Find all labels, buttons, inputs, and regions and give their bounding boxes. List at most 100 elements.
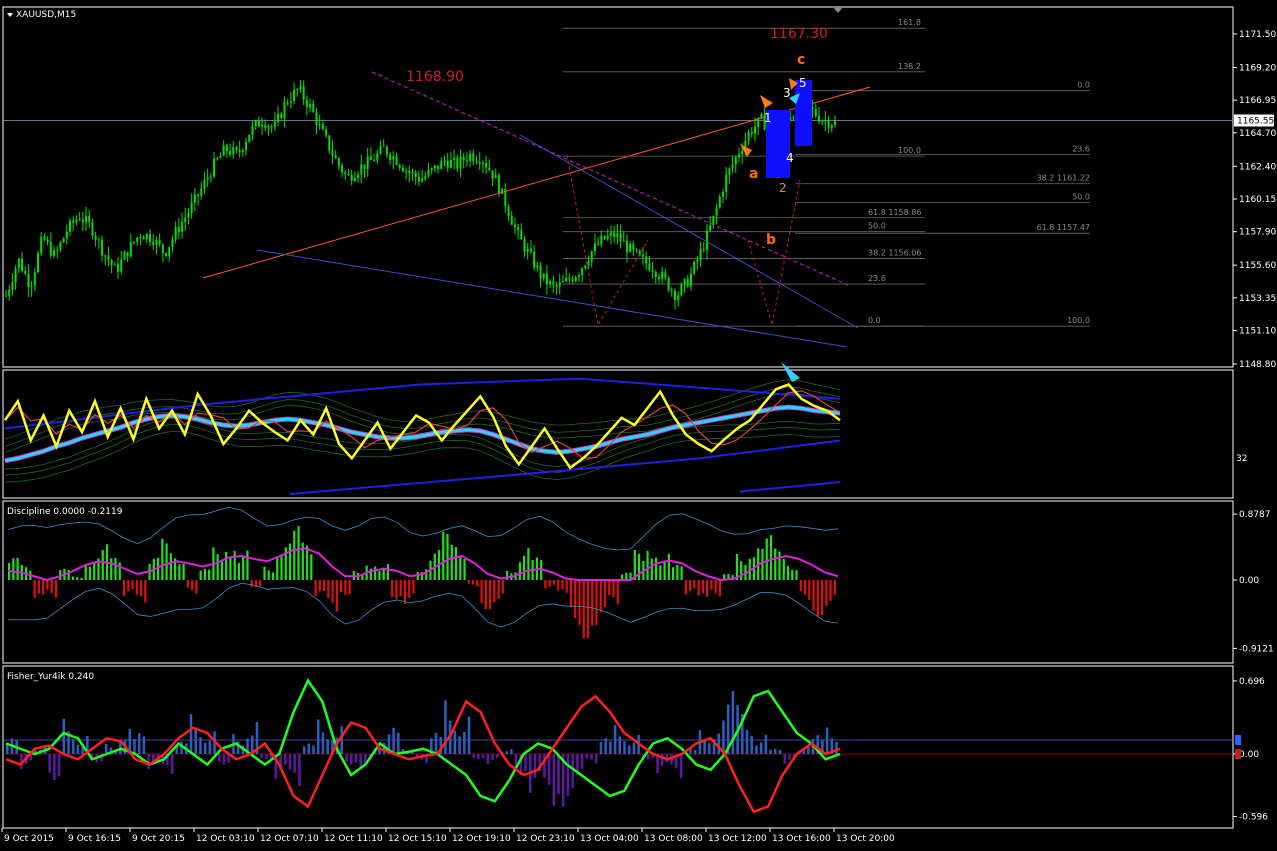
candle-body — [181, 221, 184, 232]
discipline-bar — [637, 553, 641, 580]
candle-body — [277, 113, 280, 122]
discipline-bar — [76, 577, 79, 580]
candle-body — [667, 277, 670, 291]
discipline-bar — [178, 564, 181, 580]
fisher-bar — [505, 751, 508, 754]
candle-body — [142, 236, 145, 240]
wave-label-b: b — [766, 232, 776, 248]
discipline-bar — [497, 580, 500, 599]
discipline-bar — [378, 571, 381, 580]
time-tick-label: 13 Oct 20:00 — [836, 834, 895, 844]
discipline-bar — [446, 533, 449, 580]
price-tick-label: 1171.50 — [1239, 30, 1276, 40]
discipline-bar — [569, 580, 573, 608]
time-tick-label: 9 Oct 16:15 — [68, 834, 121, 844]
discipline-bar — [488, 580, 492, 610]
candle-body — [741, 150, 744, 155]
candle-body — [472, 153, 475, 161]
candle-body — [539, 265, 542, 279]
fisher-bar — [599, 741, 603, 754]
time-tick-label: 9 Oct 20:15 — [132, 834, 185, 844]
fisher-bar — [585, 754, 589, 759]
fisher-bar — [302, 746, 306, 754]
candle-body — [603, 235, 606, 239]
discipline-bar — [782, 558, 785, 580]
candle-body — [75, 219, 78, 223]
candle-body — [184, 217, 187, 222]
candle-body — [328, 135, 331, 151]
candle-body — [158, 239, 161, 245]
candle-body — [405, 170, 408, 172]
candle-body — [382, 146, 385, 148]
discipline-bar — [816, 580, 819, 618]
candle-body — [129, 242, 132, 257]
price-tick-label: 1155.60 — [1239, 261, 1276, 271]
candle-body — [78, 219, 81, 221]
wave-label-2: 2 — [779, 181, 787, 195]
discipline-bar — [314, 580, 317, 596]
trading-chart-window[interactable]: XAUUSD,M15 61.8 1158.86 50.0 38.2 1156.06 2… — [0, 0, 1277, 847]
fisher-bar — [510, 749, 513, 754]
discipline-bar — [582, 580, 585, 639]
candle-body — [545, 273, 548, 285]
candle-body — [360, 164, 363, 175]
candle-body — [94, 235, 97, 240]
discipline-bar — [208, 569, 211, 580]
candle-body — [286, 102, 289, 104]
oscillator-tick-label: 32 — [1236, 454, 1247, 464]
wave-label-5: 5 — [799, 76, 807, 90]
wave-label-a: a — [749, 166, 758, 182]
candle-body — [149, 233, 152, 242]
candle-body — [245, 141, 248, 151]
discipline-bar — [697, 580, 700, 596]
candle-body — [827, 120, 830, 128]
candle-body — [213, 158, 216, 177]
candle-body — [465, 160, 468, 162]
candle-body — [590, 251, 593, 262]
candle-body — [273, 121, 276, 127]
discipline-bar — [46, 580, 49, 590]
candle-body — [251, 125, 254, 135]
discipline-bar — [93, 562, 96, 580]
candle-body — [645, 256, 648, 264]
discipline-bar — [12, 558, 15, 580]
fisher-bar — [293, 754, 296, 773]
discipline-bar — [544, 580, 547, 589]
candle-body — [705, 230, 708, 250]
fisher-bar — [670, 754, 673, 765]
candle-body — [609, 232, 612, 236]
fisher-tick-label: -0.596 — [1239, 813, 1268, 823]
discipline-bar — [591, 580, 594, 626]
candle-body — [814, 108, 817, 116]
discipline-bar — [608, 580, 611, 596]
wave-label-c: c — [797, 52, 805, 68]
chart-canvas[interactable]: XAUUSD,M15 61.8 1158.8650.038.2 1156.062… — [0, 0, 1277, 847]
discipline-bar — [740, 561, 743, 580]
discipline-bar — [667, 553, 670, 580]
fisher-bar — [312, 745, 315, 754]
fisher-bar — [609, 741, 612, 754]
candle-body — [363, 164, 366, 170]
candle-body — [664, 272, 667, 278]
candle-body — [830, 125, 833, 128]
time-tick-label: 13 Oct 16:00 — [772, 834, 831, 844]
candle-body — [37, 253, 40, 273]
candle-body — [161, 244, 164, 254]
fisher-bar — [632, 742, 636, 754]
fisher-bar — [547, 754, 551, 785]
candle-body — [299, 86, 302, 90]
candle-body — [654, 271, 657, 277]
candle-body — [385, 146, 388, 155]
discipline-bar — [88, 566, 92, 580]
discipline-bar — [280, 556, 283, 580]
discipline-bar — [122, 580, 126, 596]
discipline-bar — [233, 550, 236, 580]
fisher-bar — [203, 742, 207, 754]
fib-label-left: 38.2 1156.06 — [868, 248, 921, 257]
fisher-bar — [307, 743, 311, 754]
fisher-bar — [693, 749, 697, 754]
fib-label-right: 50.0 — [1072, 193, 1090, 202]
discipline-bar — [199, 570, 202, 580]
fisher-bar — [199, 737, 202, 754]
candle-body — [190, 202, 193, 214]
